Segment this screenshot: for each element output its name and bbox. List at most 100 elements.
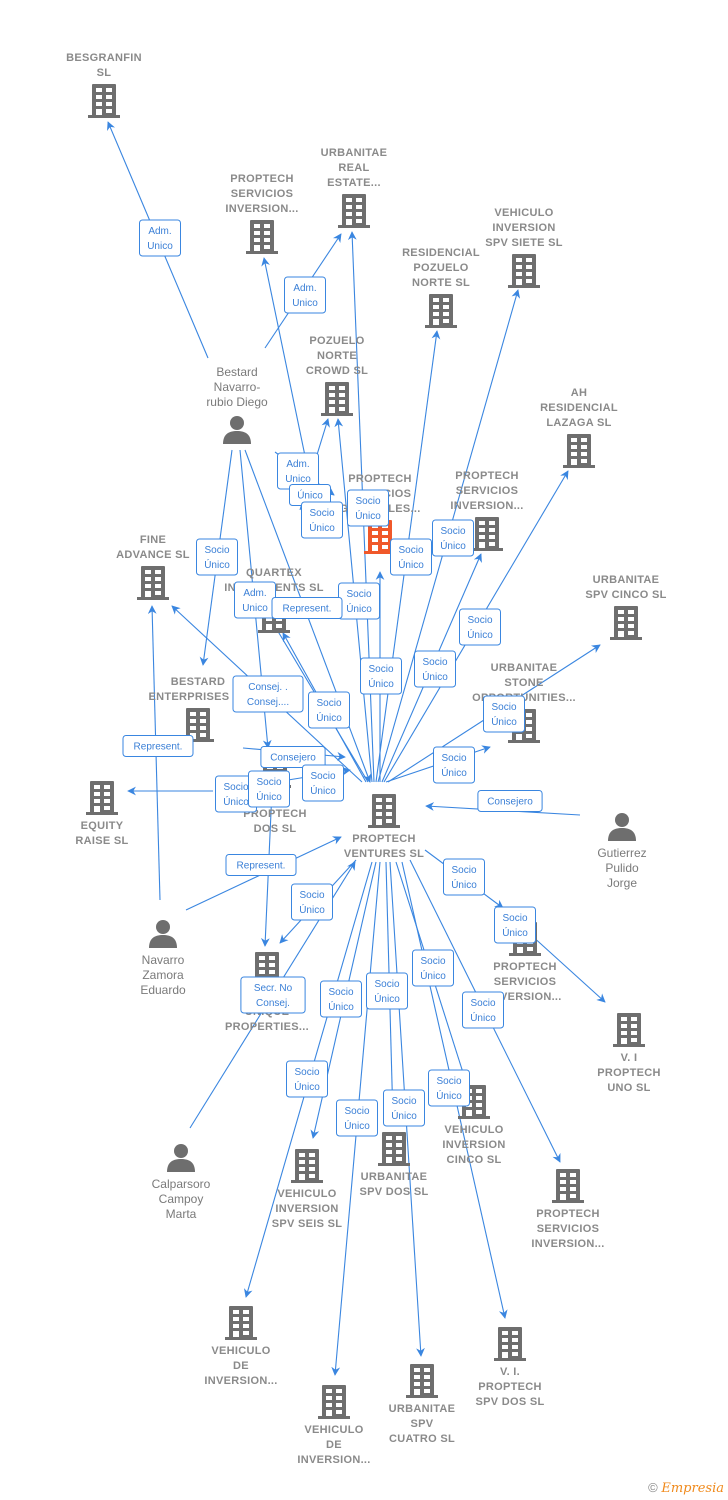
person-node[interactable]: BestardNavarro-rubio Diego (206, 365, 268, 444)
company-name-text[interactable]: BESTARD (171, 676, 225, 688)
building-icon[interactable] (425, 294, 457, 328)
edge-label[interactable]: Socio Único (248, 770, 290, 808)
building-icon[interactable] (552, 1169, 584, 1203)
company-name-text[interactable]: SL (97, 67, 112, 79)
company-name-text[interactable]: V. I. (500, 1366, 520, 1378)
brand-logo[interactable]: Empresia (661, 1481, 724, 1496)
company-name-text[interactable]: CROWD SL (306, 365, 368, 377)
person-name-text[interactable]: Bestard (216, 365, 257, 379)
edge-label[interactable]: Socio Único (459, 608, 501, 646)
building-icon[interactable] (318, 1385, 350, 1419)
company-name-text[interactable]: ADVANCE SL (116, 549, 190, 561)
person-node[interactable]: GutierrezPulidoJorge (597, 813, 647, 890)
person-icon[interactable] (149, 920, 177, 948)
company-node[interactable]: RESIDENCIAL POZUELO NORTE SL (402, 247, 480, 328)
edge-label[interactable]: Consejero (477, 790, 543, 812)
edge-label[interactable]: Socio Único (308, 691, 350, 729)
company-node[interactable]: PROPTECH VENTURES SL (344, 794, 424, 860)
company-name-text[interactable]: SERVICIOS (537, 1223, 599, 1235)
company-name-text[interactable]: INVERSION... (225, 203, 298, 215)
company-name-text[interactable]: VEHICULO (211, 1345, 270, 1357)
edge-label[interactable]: Socio Único (338, 582, 380, 620)
person-icon[interactable] (167, 1144, 195, 1172)
company-node[interactable]: EQUITY RAISE SL (75, 781, 128, 847)
company-name-text[interactable]: INVERSION (492, 222, 555, 234)
company-name-text[interactable]: V. I (621, 1052, 638, 1064)
company-name-text[interactable]: DOS SL (254, 823, 297, 835)
edge-label[interactable]: Consej. . Consej.... (232, 675, 304, 713)
company-node[interactable]: VEHICULO INVERSION SPV SEIS SL (272, 1149, 343, 1230)
company-name-text[interactable]: SPV DOS SL (475, 1396, 544, 1408)
edge-label[interactable]: Socio Único (462, 991, 504, 1029)
company-name-text[interactable]: VEHICULO (304, 1424, 363, 1436)
person-name-text[interactable]: Campoy (159, 1192, 204, 1206)
company-name-text[interactable]: INVERSION... (204, 1375, 277, 1387)
building-icon[interactable] (246, 220, 278, 254)
company-node[interactable]: VEHICULO DE INVERSION... (204, 1306, 277, 1387)
person-name-text[interactable]: Pulido (605, 861, 639, 875)
person-name-text[interactable]: Navarro- (214, 380, 261, 394)
edge-label[interactable]: Socio Único (320, 980, 362, 1018)
company-name-text[interactable]: URBANITAE (491, 662, 558, 674)
company-node[interactable]: PROPTECH SERVICIOS INVERSION... (531, 1169, 604, 1250)
company-name-text[interactable]: PROPTECH (597, 1067, 661, 1079)
edge-label[interactable]: Socio Único (301, 501, 343, 539)
company-name-text[interactable]: PROPTECH (478, 1381, 542, 1393)
person-name-text[interactable]: Eduardo (140, 983, 186, 997)
company-node[interactable]: V. I PROPTECH UNO SL (597, 1013, 661, 1094)
company-node[interactable]: V. I. PROPTECH SPV DOS SL (475, 1327, 544, 1408)
edge-label[interactable]: Adm. Unico (284, 276, 326, 314)
person-node[interactable]: NavarroZamoraEduardo (140, 920, 186, 997)
company-name-text[interactable]: FINE (140, 534, 166, 546)
building-icon[interactable] (378, 1132, 410, 1166)
building-icon[interactable] (86, 781, 118, 815)
company-name-text[interactable]: CINCO SL (447, 1154, 502, 1166)
company-name-text[interactable]: PROPTECH (455, 470, 519, 482)
edge-label[interactable]: Socio Único (347, 489, 389, 527)
company-name-text[interactable]: SPV CINCO SL (585, 589, 666, 601)
edge-label[interactable]: Consejero (260, 746, 326, 768)
edge-label[interactable]: Socio Único (390, 538, 432, 576)
company-name-text[interactable]: BESGRANFIN (66, 52, 142, 64)
company-name-text[interactable]: CUATRO SL (389, 1433, 455, 1445)
person-name-text[interactable]: Marta (166, 1207, 197, 1221)
edge-label[interactable]: Socio Único (432, 519, 474, 557)
company-name-text[interactable]: PROPTECH (352, 833, 416, 845)
edge-label[interactable]: Socio Único (433, 746, 475, 784)
company-name-text[interactable]: NORTE (317, 350, 357, 362)
building-icon[interactable] (563, 434, 595, 468)
company-name-text[interactable]: QUARTEX (246, 567, 302, 579)
company-name-text[interactable]: REAL (338, 162, 369, 174)
person-icon[interactable] (608, 813, 636, 841)
building-icon[interactable] (406, 1364, 438, 1398)
company-name-text[interactable]: STONE (504, 677, 543, 689)
person-name-text[interactable]: rubio Diego (206, 395, 268, 409)
company-name-text[interactable]: SPV SIETE SL (485, 237, 563, 249)
company-node[interactable]: URBANITAE SPV DOS SL (359, 1132, 428, 1198)
edge-label[interactable]: Adm. Unico (277, 452, 319, 490)
company-name-text[interactable]: NORTE SL (412, 277, 470, 289)
company-name-text[interactable]: DE (233, 1360, 249, 1372)
company-name-text[interactable]: VEHICULO (277, 1188, 336, 1200)
company-name-text[interactable]: RAISE SL (75, 835, 128, 847)
edge-label[interactable]: Socio Único (428, 1069, 470, 1107)
person-icon[interactable] (223, 416, 251, 444)
edge-label[interactable]: Socio Único (383, 1089, 425, 1127)
company-name-text[interactable]: SPV SEIS SL (272, 1218, 343, 1230)
company-name-text[interactable]: PROPERTIES... (225, 1021, 309, 1033)
company-name-text[interactable]: ESTATE... (327, 177, 381, 189)
company-node[interactable]: BESGRANFIN SL (66, 52, 142, 118)
edge-label[interactable]: Socio Único (196, 538, 238, 576)
person-name-text[interactable]: Jorge (607, 876, 637, 890)
person-name-text[interactable]: Zamora (142, 968, 184, 982)
edge-label[interactable]: Adm. Unico (139, 219, 181, 257)
company-name-text[interactable]: VEHICULO (444, 1124, 503, 1136)
building-icon[interactable] (613, 1013, 645, 1047)
company-node[interactable]: FINE ADVANCE SL (116, 534, 190, 600)
company-name-text[interactable]: PROPTECH (230, 173, 294, 185)
building-icon[interactable] (471, 517, 503, 551)
edge-label[interactable]: Represent. (122, 735, 194, 757)
company-name-text[interactable]: VEHICULO (494, 207, 553, 219)
building-icon[interactable] (368, 794, 400, 828)
edge-label[interactable]: Socio Único (366, 972, 408, 1010)
